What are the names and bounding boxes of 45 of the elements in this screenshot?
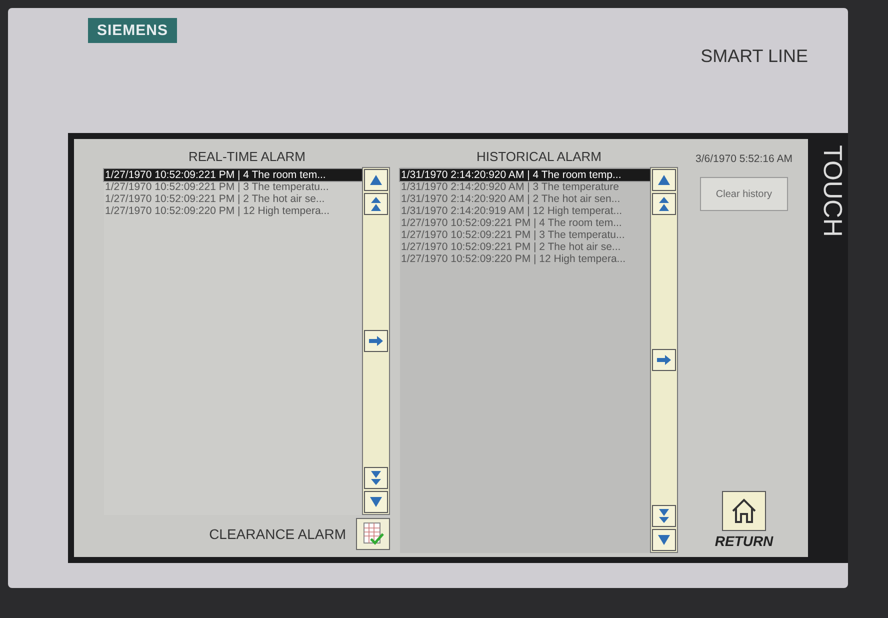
- page-up-button[interactable]: [364, 193, 388, 215]
- arrow-right-icon: [656, 354, 672, 366]
- alarm-row[interactable]: 1/27/1970 10:52:09:221 PM | 2 The hot air se...: [400, 241, 650, 253]
- alarm-title: REAL-TIME ALARM: [188, 149, 306, 166]
- triangle-down-icon: [657, 534, 671, 546]
- page-down-button[interactable]: [652, 505, 676, 527]
- triangle-up-icon: [369, 174, 383, 186]
- alarm-row[interactable]: 1/31/1970 2:14:20:920 AM | 3 The temperature: [400, 181, 650, 193]
- scroll-up-button[interactable]: [364, 169, 388, 191]
- double-triangle-down-icon: [657, 508, 671, 524]
- alarm-row[interactable]: 1/27/1970 10:52:09:221 PM | 4 The room tem...: [400, 217, 650, 229]
- alarm-row[interactable]: 1/27/1970 10:52:09:221 PM | 3 The temperatu...: [104, 181, 362, 193]
- clear-history-button[interactable]: Clear history: [700, 177, 788, 211]
- page-down-button[interactable]: [364, 467, 388, 489]
- scroll-up-button[interactable]: [652, 169, 676, 191]
- table-check-icon: [362, 522, 384, 546]
- model-label: SMART LINE: [700, 46, 808, 67]
- touch-label: TOUCH: [814, 133, 848, 563]
- home-button[interactable]: [722, 491, 766, 531]
- alarm-row[interactable]: 1/27/1970 10:52:09:221 PM | 2 The hot air se...: [104, 193, 362, 205]
- alarm-row[interactable]: 1/27/1970 10:52:09:221 PM | 3 The temperatu...: [400, 229, 650, 241]
- alarm-row[interactable]: 1/31/1970 2:14:20:919 AM | 12 High temperat...: [400, 205, 650, 217]
- arrow-right-icon: [368, 335, 384, 347]
- double-triangle-up-icon: [369, 196, 383, 212]
- scroll-down-button[interactable]: [652, 529, 676, 551]
- clearance-alarm-label: CLEARANCE ALARM: [209, 526, 346, 542]
- brand-logo: SIEMENS: [88, 18, 178, 43]
- double-triangle-down-icon: [369, 470, 383, 486]
- triangle-up-icon: [657, 174, 671, 186]
- alarm-row[interactable]: 1/27/1970 10:52:09:220 PM | 12 High tempera...: [400, 253, 650, 265]
- alarm-title: HISTORICAL ALARM: [476, 149, 602, 166]
- alarm-row[interactable]: 1/31/1970 2:14:20:920 AM | 2 The hot air sen...: [400, 193, 650, 205]
- scroll-down-button[interactable]: [364, 491, 388, 513]
- scroll-right-button[interactable]: [364, 330, 388, 352]
- triangle-down-icon: [369, 496, 383, 508]
- alarm-row[interactable]: 1/27/1970 10:52:09:220 PM | 12 High tempera...: [104, 205, 362, 217]
- double-triangle-up-icon: [657, 196, 671, 212]
- alarm-row[interactable]: 1/27/1970 10:52:09:221 PM | 4 The room tem...: [104, 169, 362, 181]
- scroll-right-button[interactable]: [652, 349, 676, 371]
- home-icon: [730, 498, 758, 524]
- return-label: RETURN: [714, 533, 774, 549]
- page-up-button[interactable]: [652, 193, 676, 215]
- alarm-row[interactable]: 1/31/1970 2:14:20:920 AM | 4 The room temp...: [400, 169, 650, 181]
- acknowledge-button[interactable]: [356, 518, 390, 550]
- clock-text: 3/6/1970 5:52:16 AM: [696, 153, 792, 165]
